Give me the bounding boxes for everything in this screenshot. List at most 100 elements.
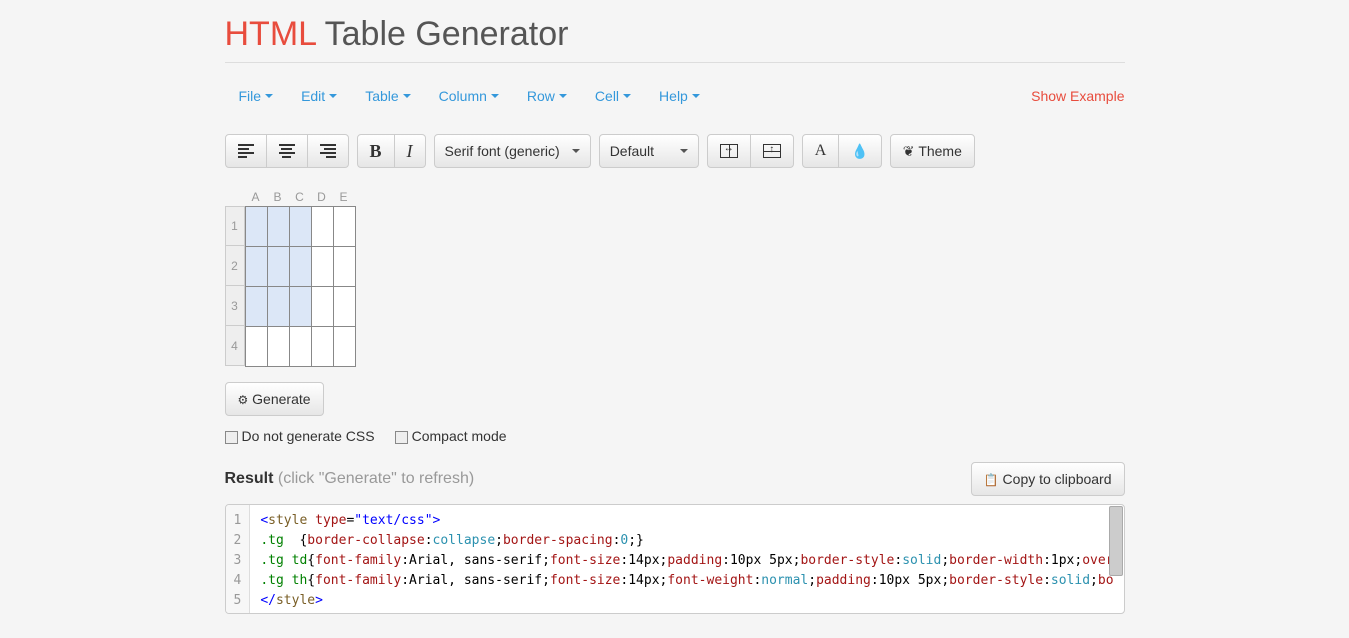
result-title: Result <box>225 470 274 487</box>
table-cell[interactable] <box>267 207 289 247</box>
menu-help[interactable]: Help <box>659 88 700 104</box>
menu-row[interactable]: Row <box>527 88 567 104</box>
theme-button[interactable]: ❦ Theme <box>890 134 975 168</box>
caret-down-icon <box>692 94 700 98</box>
table-cell[interactable] <box>289 247 311 287</box>
menu-file[interactable]: File <box>239 88 274 104</box>
row-headers: 1234 <box>225 206 245 367</box>
table-cell[interactable] <box>311 327 333 367</box>
col-header[interactable]: A <box>245 188 267 206</box>
leaf-icon: ❦ <box>903 143 915 160</box>
caret-down-icon <box>572 149 580 153</box>
col-header[interactable]: B <box>267 188 289 206</box>
caret-down-icon <box>403 94 411 98</box>
menu-edit[interactable]: Edit <box>301 88 337 104</box>
menu-label: Edit <box>301 88 325 104</box>
result-header: Result (click "Generate" to refresh) Cop… <box>225 462 1125 496</box>
col-header[interactable]: C <box>289 188 311 206</box>
align-left-icon <box>238 142 254 160</box>
scrollbar-thumb[interactable] <box>1109 506 1123 576</box>
copy-label: Copy to clipboard <box>1003 471 1112 487</box>
menu-column[interactable]: Column <box>439 88 499 104</box>
merge-vertical-icon <box>763 144 781 158</box>
fill-color-button[interactable]: 💧 <box>839 134 881 168</box>
italic-button[interactable]: I <box>395 134 426 168</box>
merge-vertical-button[interactable] <box>751 134 794 168</box>
table-cell[interactable] <box>289 327 311 367</box>
menu-label: Table <box>365 88 398 104</box>
col-header[interactable]: D <box>311 188 333 206</box>
font-size-dropdown[interactable]: Default <box>599 134 699 168</box>
align-center-icon <box>279 142 295 160</box>
generate-label: Generate <box>252 391 310 407</box>
table-editor: ABCDE 1234 <box>225 188 356 367</box>
table-cell[interactable] <box>267 247 289 287</box>
compact-option[interactable]: Compact mode <box>395 428 507 444</box>
align-right-icon <box>320 142 336 160</box>
align-right-button[interactable] <box>308 134 349 168</box>
row-header[interactable]: 4 <box>225 326 245 366</box>
table-cell[interactable] <box>311 287 333 327</box>
title-red: HTML <box>225 15 316 53</box>
table-cell[interactable] <box>245 287 267 327</box>
code-output[interactable]: 123456 <style type="text/css">.tg {borde… <box>225 504 1125 614</box>
font-family-dropdown[interactable]: Serif font (generic) <box>434 134 591 168</box>
table-cell[interactable] <box>311 247 333 287</box>
font-family-label: Serif font (generic) <box>445 143 560 159</box>
menu-label: Help <box>659 88 688 104</box>
table-cell[interactable] <box>245 207 267 247</box>
row-header[interactable]: 3 <box>225 286 245 326</box>
caret-down-icon <box>623 94 631 98</box>
table-cell[interactable] <box>333 247 355 287</box>
no-css-option[interactable]: Do not generate CSS <box>225 428 375 444</box>
color-group: A 💧 <box>802 134 882 168</box>
menubar: File Edit Table Column Row Cell Help Show Exam… <box>225 88 1125 104</box>
table-cell[interactable] <box>333 327 355 367</box>
menu-cell[interactable]: Cell <box>595 88 631 104</box>
copy-icon <box>984 471 1003 487</box>
menu-table[interactable]: Table <box>365 88 410 104</box>
code-content: <style type="text/css">.tg {border-colla… <box>250 505 1123 613</box>
menu-label: Column <box>439 88 487 104</box>
align-center-button[interactable] <box>267 134 308 168</box>
checkbox-icon <box>395 431 408 444</box>
menu-label: File <box>239 88 262 104</box>
bold-button[interactable]: B <box>357 134 395 168</box>
title-rest: Table Generator <box>316 15 569 53</box>
caret-down-icon <box>491 94 499 98</box>
generate-button[interactable]: Generate <box>225 382 324 416</box>
table-cell[interactable] <box>333 287 355 327</box>
text-color-button[interactable]: A <box>802 134 840 168</box>
row-header[interactable]: 2 <box>225 246 245 286</box>
merge-horizontal-button[interactable] <box>707 134 751 168</box>
table-cell[interactable] <box>333 207 355 247</box>
options-row: Do not generate CSS Compact mode <box>225 428 1125 444</box>
col-header[interactable]: E <box>333 188 355 206</box>
row-header[interactable]: 1 <box>225 206 245 246</box>
table-cell[interactable] <box>267 327 289 367</box>
table-cell[interactable] <box>267 287 289 327</box>
result-hint: (click "Generate" to refresh) <box>278 470 474 487</box>
result-label: Result (click "Generate" to refresh) <box>225 470 475 488</box>
page-title: HTML Table Generator <box>225 15 1125 54</box>
drop-icon: 💧 <box>851 143 868 160</box>
table-cell[interactable] <box>289 287 311 327</box>
column-headers: ABCDE <box>245 188 356 206</box>
table-cell[interactable] <box>245 247 267 287</box>
show-example-link[interactable]: Show Example <box>1031 88 1124 104</box>
table-cell[interactable] <box>289 207 311 247</box>
toolbar: B I Serif font (generic) Default A 💧 ❦ T… <box>225 134 1125 168</box>
table-grid[interactable] <box>245 206 356 367</box>
caret-down-icon <box>559 94 567 98</box>
align-group <box>225 134 349 168</box>
caret-down-icon <box>265 94 273 98</box>
table-cell[interactable] <box>245 327 267 367</box>
theme-label: Theme <box>918 143 962 159</box>
table-cell[interactable] <box>311 207 333 247</box>
copy-to-clipboard-button[interactable]: Copy to clipboard <box>971 462 1125 496</box>
align-left-button[interactable] <box>225 134 267 168</box>
menu-label: Row <box>527 88 555 104</box>
page-header: HTML Table Generator <box>225 0 1125 63</box>
merge-horizontal-icon <box>720 144 738 158</box>
caret-down-icon <box>329 94 337 98</box>
